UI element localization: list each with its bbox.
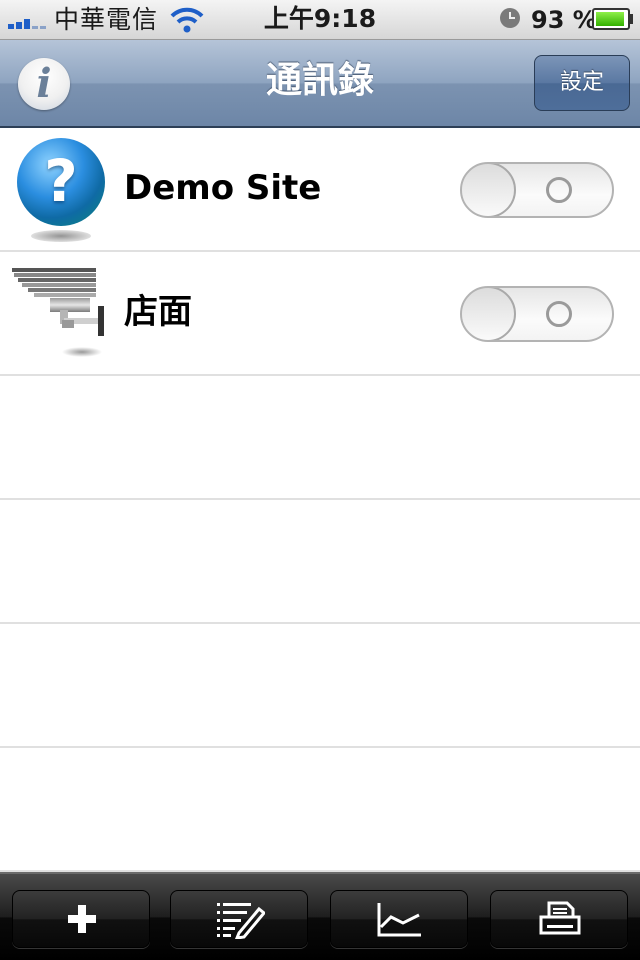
edit-list-icon [217,903,265,939]
alarm-icon [500,8,520,28]
site-list: ? Demo Site 店面 [0,128,640,872]
empty-row [0,500,640,624]
print-icon [539,901,581,935]
list-item-label: Demo Site [124,168,322,208]
icon-shadow [31,230,91,242]
bottom-toolbar [0,872,640,960]
question-mark: ? [44,147,78,215]
battery-percent: 93 % [531,6,597,34]
toggle-switch[interactable] [460,286,614,342]
empty-row [0,748,640,872]
chart-button[interactable] [330,890,468,948]
switch-knob [462,288,516,340]
battery-tip [630,14,633,24]
help-icon: ? [17,138,105,246]
navigation-bar: i 通訊錄 設定 [0,40,640,128]
list-item[interactable]: 店面 [0,252,640,376]
security-camera-icon [12,268,104,357]
empty-row [0,624,640,748]
off-indicator-icon [546,301,572,327]
switch-knob [462,164,516,216]
empty-row [0,376,640,500]
battery-icon [592,8,630,30]
off-indicator-icon [546,177,572,203]
list-item-label: 店面 [124,292,192,332]
chart-icon [377,903,421,937]
status-bar: 中華電信 上午9:18 93 % [0,0,640,40]
add-icon [68,905,96,933]
toggle-switch[interactable] [460,162,614,218]
battery-level [596,12,624,26]
settings-button[interactable]: 設定 [534,55,630,111]
add-button[interactable] [12,890,150,948]
help-ball: ? [17,138,105,226]
list-item[interactable]: ? Demo Site [0,128,640,252]
edit-button[interactable] [170,890,308,948]
print-button[interactable] [490,890,628,948]
